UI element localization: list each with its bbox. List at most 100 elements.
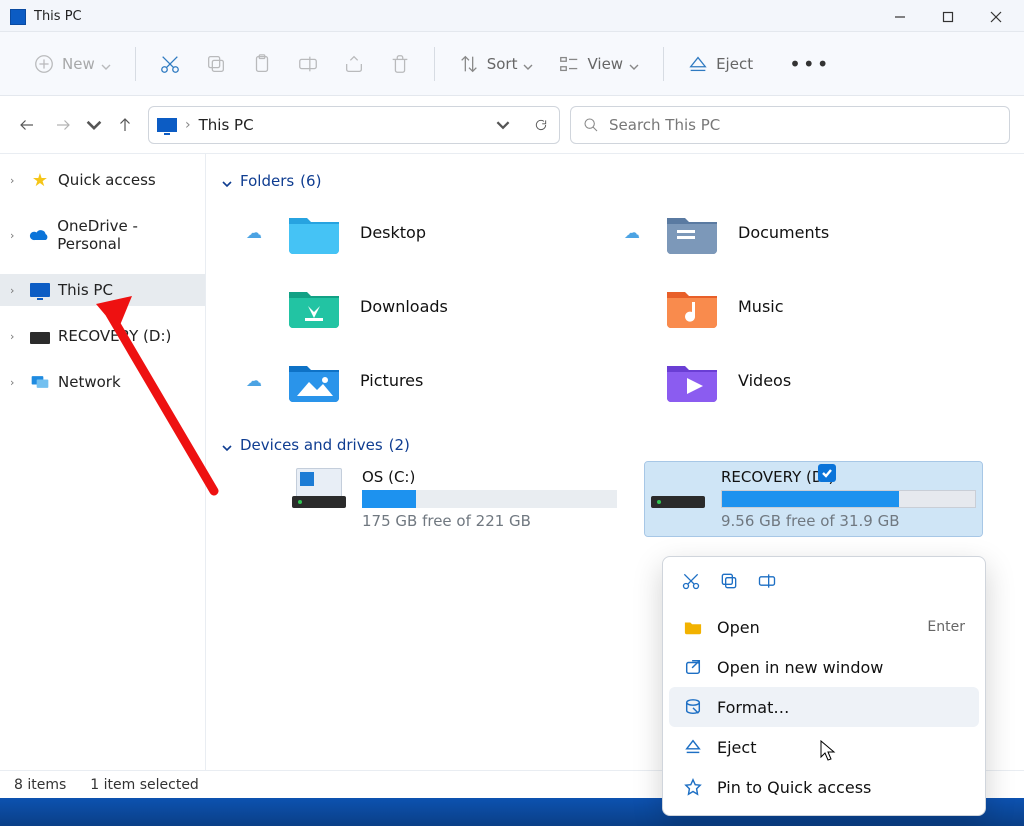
folder-icon <box>286 210 342 254</box>
trash-icon <box>388 52 412 76</box>
copy-icon <box>204 52 228 76</box>
context-menu: Open Enter Open in new window Format… Ej… <box>662 556 986 816</box>
folder-item-pictures[interactable]: ☁ Pictures <box>246 346 614 414</box>
open-new-icon <box>683 657 703 677</box>
view-label: View <box>587 55 623 73</box>
copy-icon[interactable] <box>719 571 739 595</box>
refresh-button[interactable] <box>531 115 551 135</box>
context-pin-quick-access[interactable]: Pin to Quick access <box>669 767 979 807</box>
sort-button[interactable]: Sort <box>447 46 546 82</box>
group-header-folders[interactable]: Folders (6) <box>222 172 1008 190</box>
chevron-down-icon <box>629 58 641 70</box>
chevron-down-icon <box>101 58 113 70</box>
drive-usage-bar <box>362 490 617 508</box>
folder-open-icon <box>683 617 703 637</box>
folder-grid: ☁ Desktop ☁ Documents Downloads Music ☁ <box>222 198 992 414</box>
expand-icon[interactable]: › <box>10 174 22 187</box>
eject-icon <box>683 737 703 757</box>
context-pin-label: Pin to Quick access <box>717 778 871 797</box>
group-count: (6) <box>300 172 321 190</box>
nav-item-this-pc[interactable]: › This PC <box>0 274 205 306</box>
drive-free-text: 175 GB free of 221 GB <box>362 512 617 530</box>
close-button[interactable] <box>972 2 1020 32</box>
drive-item-os[interactable]: OS (C:) 175 GB free of 221 GB <box>286 462 623 536</box>
context-open[interactable]: Open Enter <box>669 607 979 647</box>
chevron-down-icon <box>222 439 234 451</box>
search-box[interactable]: Search This PC <box>570 106 1010 144</box>
monitor-icon <box>30 283 50 297</box>
plus-circle-icon <box>32 52 56 76</box>
context-eject[interactable]: Eject <box>669 727 979 767</box>
nav-item-quick-access[interactable]: › ★ Quick access <box>0 164 205 196</box>
share-button[interactable] <box>332 46 376 82</box>
view-button[interactable]: View <box>547 46 651 82</box>
titlebar: This PC <box>0 0 1024 32</box>
drive-icon <box>292 468 346 508</box>
new-label: New <box>62 55 95 73</box>
cut-button[interactable] <box>148 46 192 82</box>
network-icon <box>30 374 50 390</box>
nav-item-label: OneDrive - Personal <box>57 217 197 253</box>
context-open-new-window[interactable]: Open in new window <box>669 647 979 687</box>
expand-icon[interactable]: › <box>10 376 22 389</box>
breadcrumb-current[interactable]: This PC <box>199 116 254 134</box>
eject-label: Eject <box>716 55 753 73</box>
sort-label: Sort <box>487 55 518 73</box>
folder-item-desktop[interactable]: ☁ Desktop <box>246 198 614 266</box>
group-header-drives[interactable]: Devices and drives (2) <box>222 436 1008 454</box>
expand-icon[interactable]: › <box>10 284 22 297</box>
breadcrumb-separator: › <box>185 117 191 133</box>
drive-selected-checkbox[interactable] <box>818 464 836 482</box>
drive-usage-bar <box>721 490 976 508</box>
chevron-down-icon <box>523 58 535 70</box>
minimize-button[interactable] <box>876 2 924 32</box>
rename-button[interactable] <box>286 46 330 82</box>
folder-icon <box>664 358 720 402</box>
nav-history-button[interactable] <box>86 112 102 138</box>
cloud-sync-icon: ☁ <box>246 371 268 390</box>
nav-item-recovery-drive[interactable]: › RECOVERY (D:) <box>0 320 205 352</box>
folder-item-videos[interactable]: Videos <box>624 346 992 414</box>
folder-icon <box>286 358 342 402</box>
drive-item-recovery[interactable]: RECOVERY (D:) 9.56 GB free of 31.9 GB <box>645 462 982 536</box>
folder-item-music[interactable]: Music <box>624 272 992 340</box>
context-open-label: Open <box>717 618 760 637</box>
expand-icon[interactable]: › <box>10 330 22 343</box>
search-icon <box>583 117 599 133</box>
cut-icon[interactable] <box>681 571 701 595</box>
cloud-icon <box>29 227 49 243</box>
maximize-button[interactable] <box>924 2 972 32</box>
scissors-icon <box>158 52 182 76</box>
group-count: (2) <box>389 436 410 454</box>
folder-icon <box>664 210 720 254</box>
nav-forward-button[interactable] <box>50 112 76 138</box>
context-open-shortcut: Enter <box>927 619 965 635</box>
folder-item-documents[interactable]: ☁ Documents <box>624 198 992 266</box>
address-bar[interactable]: › This PC <box>148 106 560 144</box>
nav-item-onedrive[interactable]: › OneDrive - Personal <box>0 210 205 260</box>
nav-back-button[interactable] <box>14 112 40 138</box>
context-eject-label: Eject <box>717 738 756 757</box>
nav-item-network[interactable]: › Network <box>0 366 205 398</box>
rename-icon[interactable] <box>757 571 777 595</box>
share-icon <box>342 52 366 76</box>
copy-button[interactable] <box>194 46 238 82</box>
delete-button[interactable] <box>378 46 422 82</box>
status-item-count: 8 items <box>14 777 66 793</box>
nav-up-button[interactable] <box>112 112 138 138</box>
context-format[interactable]: Format… <box>669 687 979 727</box>
paste-button[interactable] <box>240 46 284 82</box>
folder-item-downloads[interactable]: Downloads <box>246 272 614 340</box>
separator <box>663 47 664 81</box>
eject-button[interactable]: Eject <box>676 46 763 82</box>
window-title: This PC <box>34 9 82 24</box>
folder-icon <box>664 284 720 328</box>
expand-icon[interactable]: › <box>10 229 21 242</box>
new-button[interactable]: New <box>22 46 123 82</box>
drive-icon <box>30 332 50 344</box>
address-dropdown[interactable] <box>493 115 513 135</box>
search-placeholder: Search This PC <box>609 116 720 134</box>
paste-icon <box>250 52 274 76</box>
nav-item-label: This PC <box>58 281 113 299</box>
more-button[interactable]: ••• <box>779 46 840 82</box>
